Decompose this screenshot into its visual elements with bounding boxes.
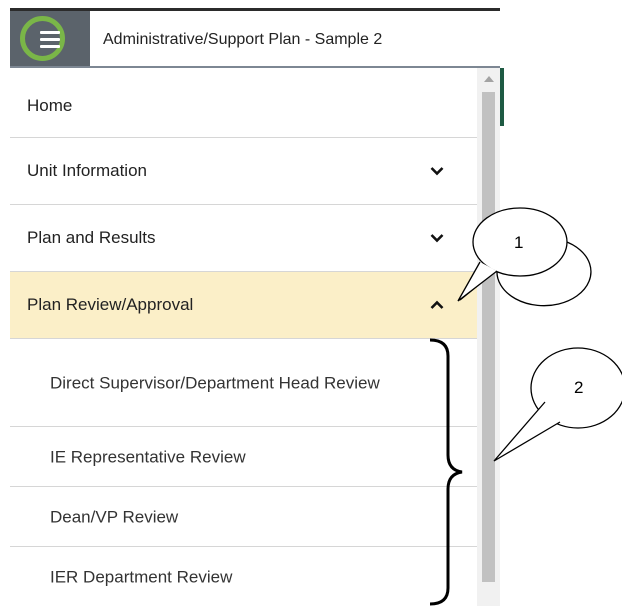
callout-1-number: 1 xyxy=(514,233,524,252)
callout-2-tail xyxy=(493,401,561,462)
bracket-annotation xyxy=(429,338,463,606)
annotation-overlay xyxy=(429,207,622,606)
callout-2-number: 2 xyxy=(574,378,584,397)
